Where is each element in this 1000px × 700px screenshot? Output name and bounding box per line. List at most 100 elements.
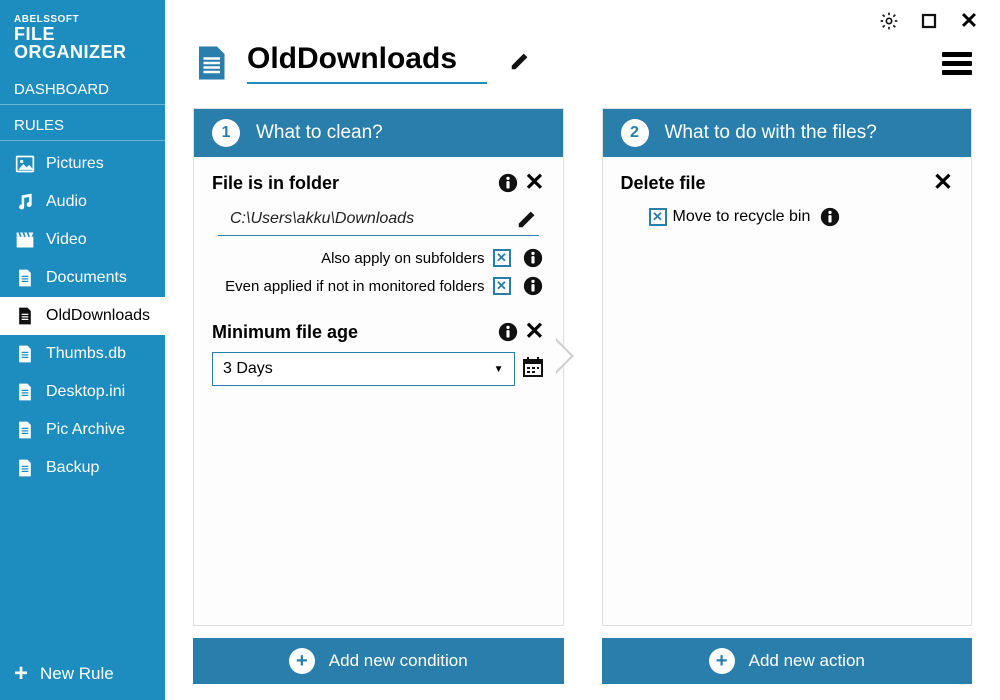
condition-heading: Minimum file age	[212, 322, 358, 343]
close-icon: ✕	[960, 8, 978, 34]
condition-heading: File is in folder	[212, 173, 339, 194]
option-unmonitored-info[interactable]	[521, 274, 545, 298]
option-recycle-checkbox[interactable]: ✕	[649, 208, 667, 226]
option-unmonitored-label: Even applied if not in monitored folders	[225, 278, 484, 295]
conditions-panel-header: 1 What to clean?	[194, 109, 563, 157]
actions-panel-header: 2 What to do with the files?	[603, 109, 972, 157]
flow-arrow-icon	[565, 338, 601, 374]
plus-icon: +	[709, 648, 735, 674]
menu-button[interactable]	[942, 48, 972, 79]
add-condition-label: Add new condition	[329, 651, 468, 671]
document-icon	[14, 305, 36, 327]
sidebar-item-label: Backup	[46, 459, 99, 477]
condition-folder: File is in folder ✕ C:\Users\akku\Downlo…	[212, 171, 545, 298]
condition-remove-button[interactable]: ✕	[524, 320, 544, 344]
actions-panel: 2 What to do with the files? Delete file…	[602, 108, 973, 626]
option-subfolders-checkbox[interactable]: ✕	[493, 249, 511, 267]
close-icon: ✕	[524, 318, 544, 345]
document-icon	[14, 267, 36, 289]
condition-age: Minimum file age ✕ 3 Days ▼	[212, 320, 545, 386]
sidebar-item-olddownloads[interactable]: OldDownloads	[0, 297, 165, 335]
option-subfolders-info[interactable]	[521, 246, 545, 270]
condition-info-button[interactable]	[496, 171, 520, 195]
sidebar-item-picarchive[interactable]: Pic Archive	[0, 411, 165, 449]
option-recycle-label: Move to recycle bin	[673, 208, 811, 226]
clapperboard-icon	[14, 229, 36, 251]
maximize-icon	[920, 12, 938, 30]
music-icon	[14, 191, 36, 213]
sidebar-item-audio[interactable]: Audio	[0, 183, 165, 221]
sidebar-item-backup[interactable]: Backup	[0, 449, 165, 487]
document-icon	[14, 457, 36, 479]
sidebar-item-pictures[interactable]: Pictures	[0, 145, 165, 183]
option-recycle-info[interactable]	[818, 205, 842, 229]
sidebar-item-label: Pic Archive	[46, 421, 125, 439]
info-icon	[497, 172, 519, 194]
info-icon	[819, 206, 841, 228]
edit-path-button[interactable]	[515, 207, 539, 231]
action-heading: Delete file	[621, 173, 706, 194]
sidebar-item-label: Desktop.ini	[46, 383, 125, 401]
document-icon	[14, 381, 36, 403]
sidebar-item-label: Audio	[46, 193, 87, 211]
step-number: 1	[212, 119, 240, 147]
sidebar-item-label: OldDownloads	[46, 307, 150, 325]
document-icon	[14, 343, 36, 365]
add-action-label: Add new action	[749, 651, 865, 671]
age-select[interactable]: 3 Days ▼	[212, 352, 515, 386]
document-icon	[14, 419, 36, 441]
close-button[interactable]: ✕	[958, 10, 980, 32]
sidebar-item-desktopini[interactable]: Desktop.ini	[0, 373, 165, 411]
add-condition-button[interactable]: + Add new condition	[193, 638, 564, 684]
condition-info-button[interactable]	[496, 320, 520, 344]
sidebar-item-label: Video	[46, 231, 87, 249]
brand-product: FILE ORGANIZER	[14, 25, 151, 61]
maximize-button[interactable]	[918, 10, 940, 32]
info-icon	[522, 247, 544, 269]
plus-icon: +	[289, 648, 315, 674]
conditions-panel: 1 What to clean? File is in folder ✕ C:\…	[193, 108, 564, 626]
info-icon	[522, 275, 544, 297]
pencil-icon	[509, 50, 531, 72]
action-delete: Delete file ✕ ✕ Move to recycle bin	[621, 171, 954, 229]
main: ✕ OldDownloads 1 What to clean?	[165, 0, 1000, 700]
action-remove-button[interactable]: ✕	[933, 171, 953, 195]
condition-remove-button[interactable]: ✕	[524, 171, 544, 195]
option-subfolders-label: Also apply on subfolders	[321, 250, 484, 267]
calendar-button[interactable]	[521, 355, 545, 384]
rule-title: OldDownloads	[247, 42, 487, 84]
nav-rules-title: RULES	[0, 109, 165, 141]
window-controls: ✕	[165, 0, 1000, 32]
new-rule-button[interactable]: + New Rule	[0, 648, 165, 700]
hamburger-icon	[942, 52, 972, 57]
gear-icon	[879, 11, 899, 31]
sidebar-item-video[interactable]: Video	[0, 221, 165, 259]
nav-dashboard[interactable]: DASHBOARD	[0, 73, 165, 105]
edit-title-button[interactable]	[509, 50, 531, 77]
document-icon	[193, 43, 229, 83]
sidebar-item-label: Pictures	[46, 155, 104, 173]
rule-header: OldDownloads	[165, 32, 1000, 108]
sidebar-item-label: Documents	[46, 269, 127, 287]
info-icon	[497, 321, 519, 343]
calendar-icon	[521, 355, 545, 379]
new-rule-label: New Rule	[40, 664, 114, 684]
close-icon: ✕	[933, 169, 953, 196]
plus-icon: +	[14, 662, 28, 686]
add-action-button[interactable]: + Add new action	[602, 638, 973, 684]
pencil-icon	[516, 208, 538, 230]
sidebar-item-label: Thumbs.db	[46, 345, 126, 363]
chevron-down-icon: ▼	[494, 364, 504, 375]
option-unmonitored-checkbox[interactable]: ✕	[493, 277, 511, 295]
sidebar: ABELSSOFT FILE ORGANIZER DASHBOARD RULES…	[0, 0, 165, 700]
age-select-value: 3 Days	[223, 360, 273, 378]
settings-button[interactable]	[878, 10, 900, 32]
brand: ABELSSOFT FILE ORGANIZER	[0, 10, 165, 73]
folder-path: C:\Users\akku\Downloads	[230, 210, 511, 228]
close-icon: ✕	[524, 169, 544, 196]
sidebar-item-thumbsdb[interactable]: Thumbs.db	[0, 335, 165, 373]
step-number: 2	[621, 119, 649, 147]
panel-title: What to do with the files?	[665, 122, 877, 144]
sidebar-item-documents[interactable]: Documents	[0, 259, 165, 297]
image-icon	[14, 153, 36, 175]
